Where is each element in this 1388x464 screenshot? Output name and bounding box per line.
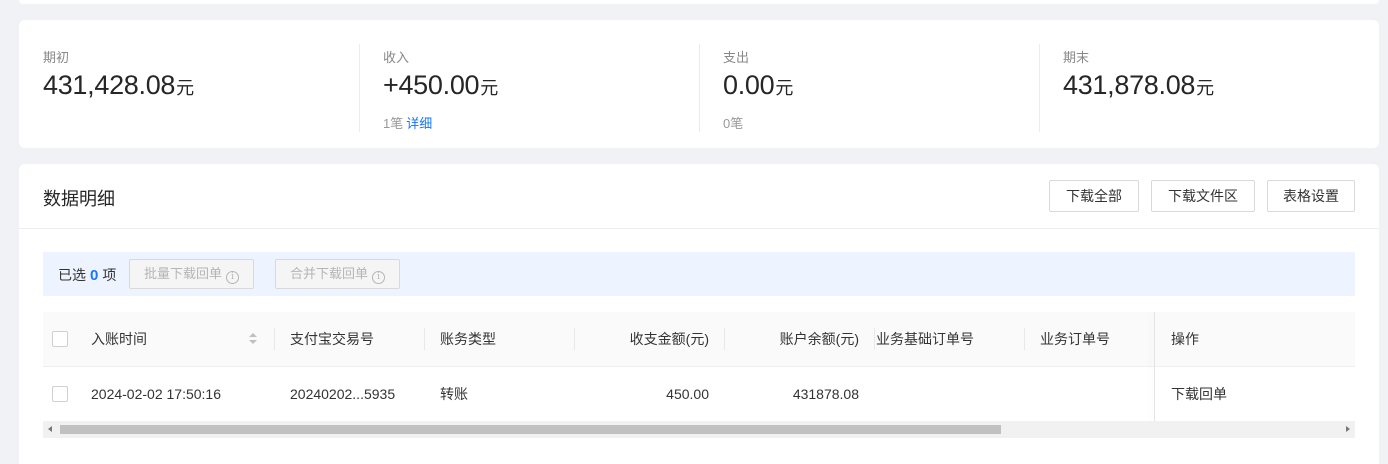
unit: 元	[1196, 78, 1214, 98]
column-divider	[874, 328, 875, 350]
stat-expense-value: 0.00元	[723, 70, 794, 100]
download-all-button[interactable]: 下载全部	[1049, 180, 1139, 212]
unit: 元	[480, 78, 498, 98]
detail-card: 数据明细 下载全部 下载文件区 表格设置 已选 0 项 批量下载回单 i 合并下载回单…	[19, 164, 1379, 464]
fixed-column-edge	[1154, 312, 1155, 421]
col-header-balance: 账户余额(元)	[779, 331, 859, 347]
expense-count: 0笔	[723, 116, 744, 131]
income-count: 1笔	[383, 116, 404, 131]
download-area-button[interactable]: 下载文件区	[1151, 180, 1255, 212]
stat-closing-value: 431,878.08元	[1063, 70, 1214, 100]
stat-closing: 期末 431,878.08元	[1039, 20, 1379, 148]
header-divider	[19, 228, 1379, 229]
stat-opening-value: 431,428.08元	[43, 70, 194, 100]
scrollbar-thumb[interactable]	[60, 425, 1001, 434]
stat-income: 收入 +450.00元 1笔 详细	[359, 20, 699, 148]
unit: 元	[775, 78, 794, 98]
stat-expense-label: 支出	[723, 50, 750, 65]
selection-count: 0	[90, 267, 99, 284]
stat-expense: 支出 0.00元 0笔	[699, 20, 1039, 148]
cell-time: 2024-02-02 17:50:16	[91, 386, 221, 402]
table-header: 入账时间 支付宝交易号 账务类型 收支金额(元) 账户余额(元) 业务基础订单号…	[43, 312, 1355, 367]
scroll-left-icon[interactable]	[48, 426, 52, 432]
cell-trade-no: 20240202...5935	[290, 386, 396, 402]
unit: 元	[176, 78, 194, 98]
stat-income-label: 收入	[383, 50, 410, 65]
stat-income-value: +450.00元	[383, 70, 498, 100]
col-header-trade-no: 支付宝交易号	[290, 331, 374, 347]
col-header-base-order: 业务基础订单号	[876, 331, 974, 347]
table-row: 2024-02-02 17:50:16 20240202...5935 转账 4…	[43, 367, 1355, 421]
horizontal-scrollbar[interactable]	[43, 421, 1355, 438]
column-divider	[424, 328, 425, 350]
summary-card: 期初 431,428.08元 收入 +450.00元 1笔 详细 支出 0.00元…	[19, 20, 1379, 148]
income-detail-link[interactable]: 详细	[406, 116, 432, 131]
info-icon: i	[372, 271, 386, 284]
select-all-checkbox[interactable]	[52, 331, 68, 347]
column-divider	[274, 328, 275, 350]
stat-opening-label: 期初	[43, 50, 70, 65]
col-header-time[interactable]: 入账时间	[91, 312, 147, 366]
stat-expense-sub: 0笔	[723, 113, 743, 132]
selection-count-text: 已选 0 项	[58, 267, 117, 284]
scroll-right-icon[interactable]	[1346, 426, 1350, 432]
col-header-amount: 收支金额(元)	[629, 331, 709, 347]
col-header-order: 业务订单号	[1040, 331, 1110, 347]
info-icon: i	[226, 271, 240, 284]
cell-balance: 431878.08	[792, 386, 859, 402]
table-settings-button[interactable]: 表格设置	[1267, 180, 1355, 212]
sort-icon[interactable]	[249, 333, 257, 345]
detail-title: 数据明细	[43, 189, 115, 209]
download-receipt-link[interactable]: 下载回单	[1171, 367, 1227, 421]
stat-opening: 期初 431,428.08元	[19, 20, 359, 148]
col-header-type: 账务类型	[440, 331, 496, 347]
stat-closing-label: 期末	[1063, 50, 1090, 65]
top-card-edge	[19, 0, 1379, 4]
selection-bar: 已选 0 项 批量下载回单 i 合并下载回单 i	[43, 252, 1355, 296]
merge-download-button[interactable]: 合并下载回单 i	[275, 259, 401, 289]
cell-type: 转账	[440, 386, 468, 402]
cell-amount: 450.00	[666, 386, 709, 402]
column-divider	[1024, 328, 1025, 350]
col-header-action: 操作	[1171, 331, 1199, 347]
row-checkbox[interactable]	[52, 386, 68, 402]
batch-download-button[interactable]: 批量下载回单 i	[129, 259, 255, 289]
stat-income-sub: 1笔 详细	[383, 113, 432, 132]
